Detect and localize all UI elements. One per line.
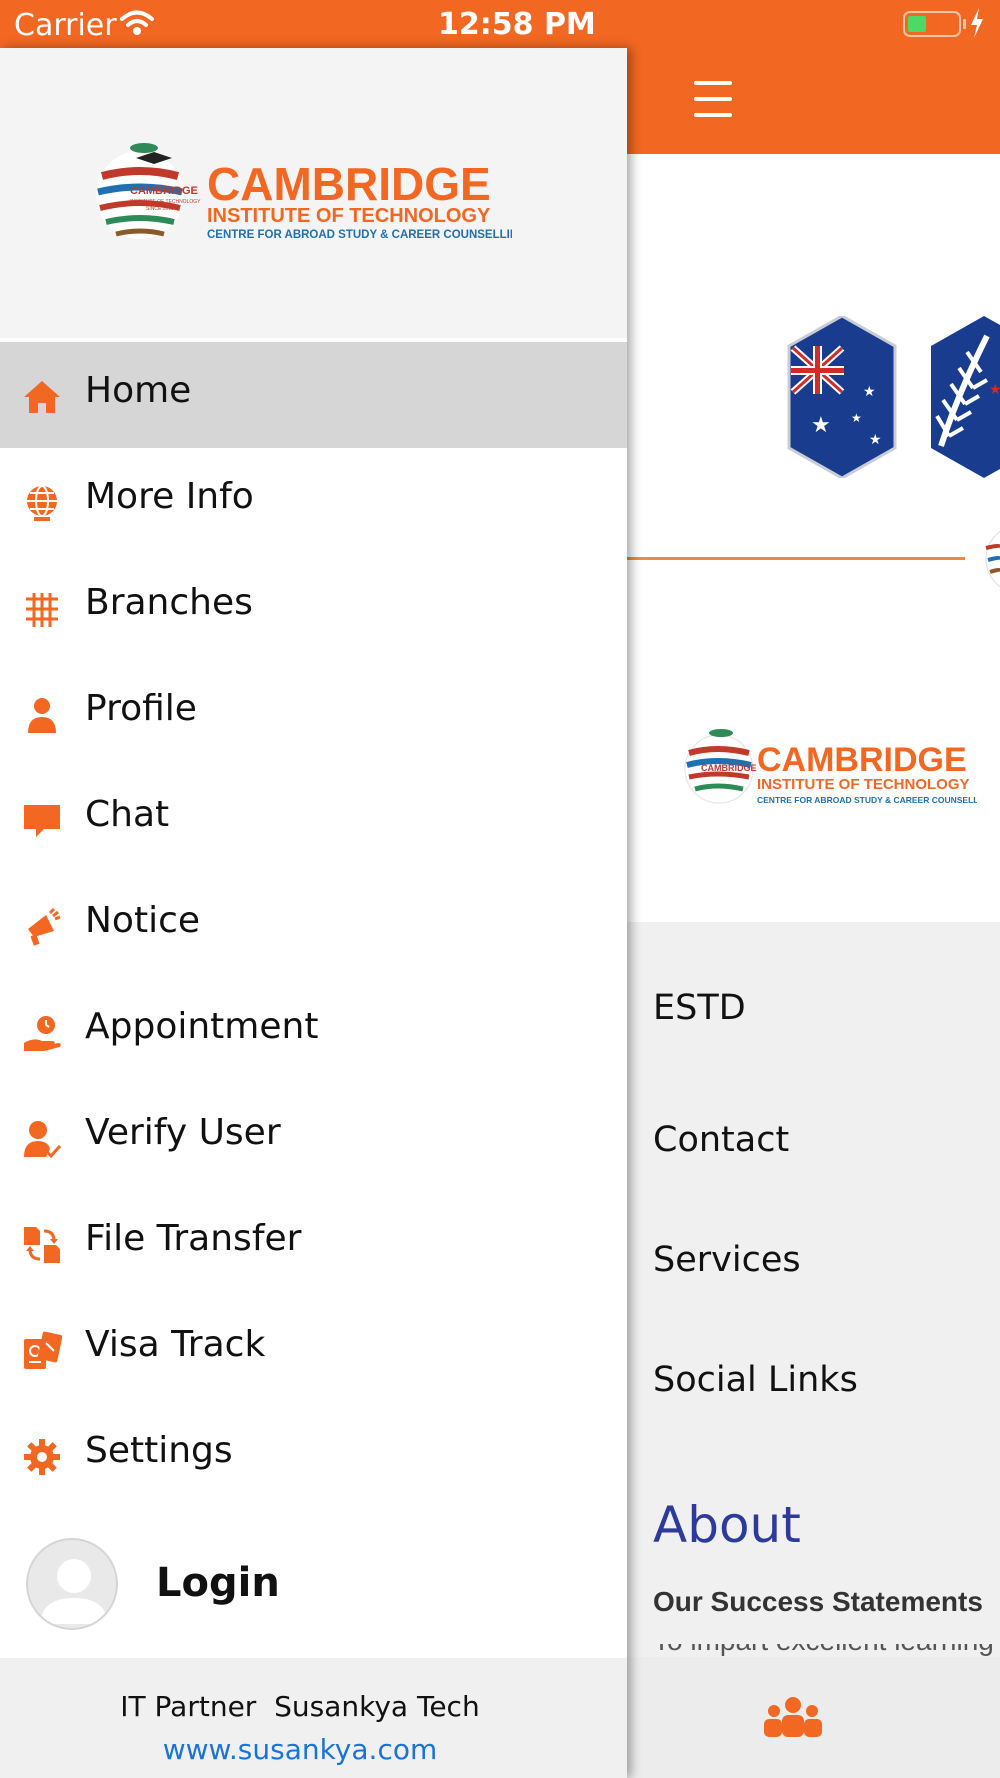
menu-item-appointment[interactable]: Appointment <box>0 978 627 1084</box>
cambridge-logo-small: CAMBRIDGE CAMBRIDGE INSTITUTE OF TECHNOL… <box>684 729 977 805</box>
svg-text:CAMBRIDGE: CAMBRIDGE <box>130 185 198 197</box>
team-icon[interactable] <box>762 1697 824 1739</box>
menu-item-verify-user[interactable]: Verify User <box>0 1084 627 1190</box>
login-row[interactable]: Login <box>0 1538 627 1658</box>
hamburger-menu-icon[interactable] <box>694 81 732 121</box>
carrier-label: Carrier <box>14 8 117 43</box>
menu-label-notice: Notice <box>85 900 201 941</box>
app-header <box>627 48 1000 154</box>
login-label: Login <box>156 1560 280 1606</box>
contact-item[interactable]: Contact <box>653 1120 789 1160</box>
svg-text:★: ★ <box>811 413 831 438</box>
svg-text:CAMBRIDGE: CAMBRIDGE <box>207 158 491 210</box>
status-bar: Carrier 12:58 PM <box>0 0 627 48</box>
social-links-item[interactable]: Social Links <box>653 1360 858 1400</box>
cambridge-logo: CAMBRIDGE INSTITUTE OF TECHNOLOGY SINCE … <box>96 143 512 241</box>
menu-item-file-transfer[interactable]: File Transfer <box>0 1190 627 1296</box>
svg-text:INSTITUTE OF TECHNOLOGY: INSTITUTE OF TECHNOLOGY <box>757 776 970 793</box>
estd-item[interactable]: ESTD <box>653 988 746 1028</box>
it-partner-text: IT Partner Susankya Tech <box>120 1690 480 1723</box>
menu-label-profile: Profile <box>85 688 197 729</box>
bottom-bar <box>627 1657 1000 1778</box>
info-list: ESTD Contact Services Social Links About… <box>627 922 1000 1657</box>
home-icon <box>24 381 60 413</box>
menu-label-visa-track: Visa Track <box>85 1324 266 1365</box>
svg-text:INSTITUTE OF TECHNOLOGY: INSTITUTE OF TECHNOLOGY <box>207 205 491 227</box>
banner-divider <box>627 557 965 560</box>
charging-bolt-icon <box>971 8 983 38</box>
logo-globe-partial-image <box>985 530 1000 588</box>
menu-item-chat[interactable]: Chat <box>0 766 627 872</box>
menu-label-file-transfer: File Transfer <box>85 1218 302 1259</box>
svg-text:INSTITUTE OF TECHNOLOGY: INSTITUTE OF TECHNOLOGY <box>130 199 201 205</box>
chat-icon <box>24 805 60 837</box>
navigation-drawer: CAMBRIDGE INSTITUTE OF TECHNOLOGY SINCE … <box>0 48 627 1778</box>
menu-item-branches[interactable]: Branches <box>0 554 627 660</box>
svg-text:CENTRE FOR ABROAD STUDY & CARE: CENTRE FOR ABROAD STUDY & CAREER COUNSEL… <box>757 795 977 805</box>
svg-text:★: ★ <box>989 382 1000 398</box>
avatar-placeholder-icon <box>26 1538 118 1630</box>
svg-text:CENTRE FOR ABROAD STUDY & CARE: CENTRE FOR ABROAD STUDY & CAREER COUNSEL… <box>207 229 512 241</box>
drawer-header: CAMBRIDGE INSTITUTE OF TECHNOLOGY SINCE … <box>0 48 627 338</box>
menu-label-verify-user: Verify User <box>85 1112 281 1153</box>
menu-label-more-info: More Info <box>85 476 254 517</box>
gear-icon <box>24 1439 60 1475</box>
verify-user-icon <box>24 1121 62 1159</box>
menu-label-chat: Chat <box>85 794 170 835</box>
menu-item-notice[interactable]: Notice <box>0 872 627 978</box>
partner-website-link[interactable]: www.susankya.com <box>0 1733 600 1766</box>
passport-icon <box>24 1331 62 1369</box>
svg-text:SINCE 2011: SINCE 2011 <box>146 206 174 212</box>
main-content: ★ ★ ★ ★ ★ CAMBRIDGE CAMBRIDGE INSTITUTE … <box>627 0 1000 1778</box>
svg-text:CAMBRIDGE: CAMBRIDGE <box>757 741 967 779</box>
menu-label-appointment: Appointment <box>85 1006 319 1047</box>
menu-item-profile[interactable]: Profile <box>0 660 627 766</box>
menu-label-settings: Settings <box>85 1430 233 1471</box>
appointment-icon <box>24 1016 61 1051</box>
megaphone-icon <box>28 907 61 946</box>
menu-item-more-info[interactable]: More Info <box>0 448 627 554</box>
wifi-icon <box>120 10 154 35</box>
banner-carousel[interactable]: ★ ★ ★ ★ ★ CAMBRIDGE CAMBRIDGE INSTITUTE … <box>627 154 1000 922</box>
about-body-text: To impart excellent learning <box>653 1644 1000 1656</box>
clock: 12:58 PM <box>438 7 596 42</box>
australia-flag-image: ★ ★ ★ ★ <box>787 316 897 478</box>
branches-icon <box>26 593 58 627</box>
menu-item-settings[interactable]: Settings <box>0 1402 627 1508</box>
svg-text:★: ★ <box>851 411 862 425</box>
menu-item-home[interactable]: Home <box>0 342 627 448</box>
about-heading: About <box>653 1496 801 1554</box>
user-icon <box>28 698 56 733</box>
file-transfer-icon <box>24 1227 60 1263</box>
battery-nub <box>963 19 966 29</box>
menu-label-home: Home <box>85 370 192 411</box>
menu-item-visa-track[interactable]: Visa Track <box>0 1296 627 1402</box>
battery-icon <box>903 11 961 37</box>
success-statements-heading: Our Success Statements <box>653 1586 983 1617</box>
svg-text:CAMBRIDGE: CAMBRIDGE <box>701 763 757 773</box>
globe-icon <box>27 485 57 521</box>
svg-text:★: ★ <box>869 432 882 448</box>
drawer-footer: IT Partner Susankya Tech www.susankya.co… <box>0 1658 627 1778</box>
services-item[interactable]: Services <box>653 1240 801 1280</box>
new-zealand-flag-image: ★ <box>931 316 1000 478</box>
svg-text:★: ★ <box>863 384 876 400</box>
menu-label-branches: Branches <box>85 582 253 623</box>
